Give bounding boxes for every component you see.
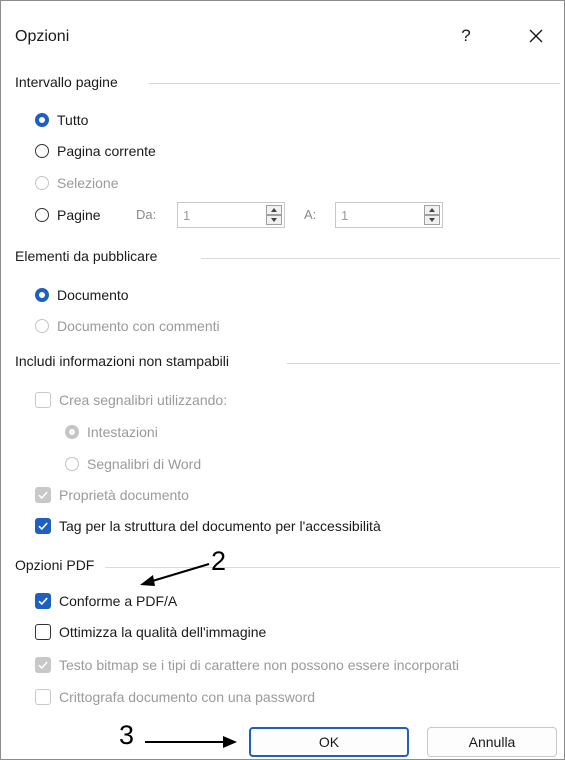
radio-document-comments-label: Documento con commenti	[57, 318, 220, 334]
checkbox-structure-tags-label: Tag per la struttura del documento per l…	[59, 518, 381, 534]
annotation-number-3: 3	[119, 720, 135, 750]
to-label: A:	[304, 207, 317, 222]
checkbox-bitmap-text: Testo bitmap se i tipi di carattere non …	[35, 654, 459, 676]
radio-button[interactable]	[35, 144, 49, 158]
checkbox-create-bookmarks-label: Crea segnalibri utilizzando:	[59, 392, 228, 408]
checkbox-optimize-image[interactable]: Ottimizza la qualità dell'immagine	[35, 621, 266, 643]
checkbox-doc-properties: Proprietà documento	[35, 484, 189, 506]
checkbox-bitmap-text-label: Testo bitmap se i tipi di carattere non …	[59, 657, 459, 673]
annotation-number-2: 2	[211, 546, 227, 576]
checkbox-encrypt-label: Crittografa documento con una password	[59, 689, 316, 705]
spin-up-arrow-icon	[266, 205, 282, 215]
radio-button	[35, 319, 49, 333]
spin-down-arrow-icon	[424, 215, 440, 225]
title-bar: Opzioni ?	[1, 1, 564, 71]
from-page-value: 1	[183, 208, 191, 223]
radio-document-label: Documento	[57, 287, 129, 303]
nonprint-group-label: Includi informazioni non stampabili	[15, 353, 229, 369]
ok-button[interactable]: OK	[249, 727, 409, 757]
cancel-button[interactable]: Annulla	[427, 727, 557, 757]
checkbox-structure-tags[interactable]: Tag per la struttura del documento per l…	[35, 515, 381, 537]
dialog-title: Opzioni	[15, 28, 70, 45]
to-page-value: 1	[341, 208, 349, 223]
radio-button	[65, 457, 79, 471]
radio-pages-label: Pagine	[57, 207, 101, 223]
from-label: Da:	[136, 207, 157, 222]
radio-button	[35, 176, 49, 190]
checkbox-doc-properties-label: Proprietà documento	[59, 487, 189, 503]
annotation-arrow-icon	[140, 563, 210, 586]
radio-document-comments: Documento con commenti	[35, 315, 220, 337]
radio-headings-label: Intestazioni	[87, 424, 158, 440]
checkbox	[35, 689, 51, 705]
checkbox	[35, 487, 51, 503]
checkmark-icon	[38, 491, 48, 500]
radio-word-bookmarks-label: Segnalibri di Word	[87, 456, 202, 472]
options-dialog: Opzioni ? Intervallo pagine Tutto Pagina…	[0, 0, 565, 760]
checkbox[interactable]	[35, 593, 51, 609]
checkmark-icon	[38, 522, 48, 531]
checkbox-pdfa[interactable]: Conforme a PDF/A	[35, 590, 177, 612]
radio-button[interactable]	[35, 113, 49, 127]
checkbox	[35, 657, 51, 673]
publish-group-label: Elementi da pubblicare	[15, 248, 158, 264]
group-divider	[287, 363, 560, 364]
spin-arrows	[424, 205, 440, 225]
checkbox[interactable]	[35, 518, 51, 534]
question-icon: ?	[461, 26, 471, 45]
spin-down-arrow-icon	[266, 215, 282, 225]
checkbox-optimize-image-label: Ottimizza la qualità dell'immagine	[59, 624, 267, 640]
radio-selection: Selezione	[35, 172, 119, 194]
checkbox[interactable]	[35, 624, 51, 640]
checkmark-icon	[38, 597, 48, 606]
radio-button[interactable]	[35, 208, 49, 222]
radio-headings: Intestazioni	[65, 421, 158, 443]
checkbox-pdfa-label: Conforme a PDF/A	[59, 593, 178, 609]
radio-word-bookmarks: Segnalibri di Word	[65, 453, 201, 475]
page-range-group-label: Intervallo pagine	[15, 74, 118, 90]
close-button[interactable]	[519, 20, 553, 52]
to-page-spinbox: 1	[335, 202, 443, 228]
checkbox-encrypt: Crittografa documento con una password	[35, 686, 315, 708]
annotation-arrow-icon	[145, 736, 237, 748]
radio-pages[interactable]: Pagine	[35, 204, 101, 226]
checkbox	[35, 392, 51, 408]
radio-all[interactable]: Tutto	[35, 109, 88, 131]
checkbox-create-bookmarks: Crea segnalibri utilizzando:	[35, 389, 227, 411]
close-icon	[529, 29, 543, 43]
pdf-group-label: Opzioni PDF	[15, 557, 95, 573]
group-divider	[149, 83, 560, 84]
radio-all-label: Tutto	[57, 112, 89, 128]
radio-document[interactable]: Documento	[35, 284, 129, 306]
radio-current-page[interactable]: Pagina corrente	[35, 140, 156, 162]
radio-selection-label: Selezione	[57, 175, 119, 191]
from-page-spinbox: 1	[177, 202, 285, 228]
radio-button	[65, 425, 79, 439]
radio-button[interactable]	[35, 288, 49, 302]
help-button[interactable]: ?	[455, 25, 477, 47]
radio-current-page-label: Pagina corrente	[57, 143, 156, 159]
group-divider	[201, 258, 560, 259]
spin-up-arrow-icon	[424, 205, 440, 215]
spin-arrows	[266, 205, 282, 225]
checkmark-icon	[38, 661, 48, 670]
